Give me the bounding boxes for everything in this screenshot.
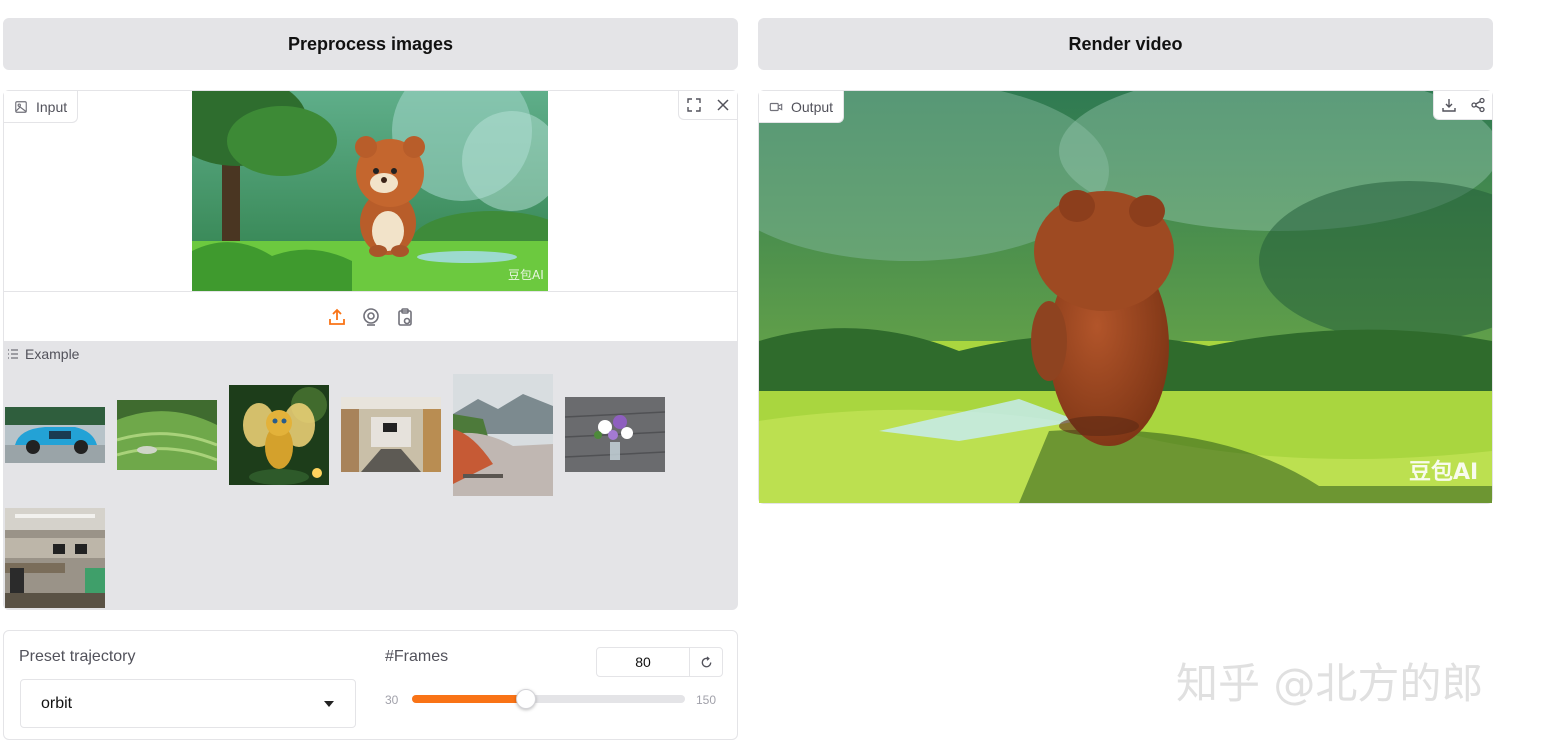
output-video-panel: 豆包AI Output xyxy=(758,90,1493,504)
svg-text:豆包AI: 豆包AI xyxy=(1409,459,1478,485)
clipboard-icon xyxy=(397,308,412,326)
watermark-text: 知乎 @北方的郎 xyxy=(1176,659,1484,708)
input-label-tag: Input xyxy=(4,91,79,123)
clipboard-source-button[interactable] xyxy=(395,306,415,328)
download-button[interactable] xyxy=(1434,91,1463,119)
image-icon xyxy=(15,100,27,113)
video-icon xyxy=(769,102,783,111)
input-image-panel[interactable]: Input 豆包AI xyxy=(3,90,738,342)
output-label: Output xyxy=(791,98,834,115)
share-button[interactable] xyxy=(1463,91,1492,119)
output-label-tag: Output xyxy=(759,91,845,123)
frames-slider-fill xyxy=(412,695,526,703)
trajectory-dropdown[interactable]: orbit xyxy=(20,679,356,728)
example-thumbnail-meeting-room[interactable] xyxy=(341,397,441,472)
slider-min-label: 30 xyxy=(385,693,399,707)
example-thumbnail-terraced-hills[interactable] xyxy=(117,400,217,470)
input-image: 豆包AI xyxy=(192,91,548,291)
examples-label: Example xyxy=(7,346,79,362)
dropdown-arrow-icon xyxy=(324,700,334,707)
reset-frames-button[interactable] xyxy=(690,648,722,676)
frames-label: #Frames xyxy=(385,648,449,665)
download-icon xyxy=(1441,99,1456,112)
list-icon xyxy=(8,349,18,359)
fullscreen-button[interactable] xyxy=(679,91,708,119)
webcam-icon xyxy=(362,308,379,326)
upload-icon xyxy=(328,308,345,325)
example-thumbnail-lake-mountains[interactable] xyxy=(453,374,553,496)
example-thumbnail-flower-vase[interactable] xyxy=(565,397,665,472)
frames-number-input[interactable]: 80 xyxy=(596,647,723,677)
output-video[interactable]: 豆包AI xyxy=(759,91,1492,503)
clear-image-button[interactable] xyxy=(708,91,737,119)
render-video-button[interactable]: Render video xyxy=(758,18,1493,70)
svg-text:豆包AI: 豆包AI xyxy=(508,268,544,282)
close-icon xyxy=(716,99,729,111)
webcam-source-button[interactable] xyxy=(361,306,381,328)
trajectory-label: Preset trajectory xyxy=(19,648,136,665)
upload-source-button[interactable] xyxy=(327,306,347,328)
input-label: Input xyxy=(36,98,68,115)
example-thumbnail-car[interactable] xyxy=(5,407,105,463)
frames-slider-handle[interactable] xyxy=(515,689,536,709)
slider-max-label: 150 xyxy=(696,693,717,707)
render-controls-panel: Preset trajectory orbit #Frames 80 30 15… xyxy=(3,630,738,740)
trajectory-value: orbit xyxy=(41,694,73,712)
frames-slider[interactable] xyxy=(412,689,685,709)
example-thumbnail-golden-dragon[interactable] xyxy=(229,385,329,485)
examples-gallery: Example xyxy=(3,342,738,610)
example-thumbnail-computer-lab[interactable] xyxy=(5,508,105,608)
share-icon xyxy=(1470,97,1485,113)
fullscreen-icon xyxy=(686,98,701,112)
image-source-toolbar xyxy=(4,291,737,342)
reset-icon xyxy=(701,655,711,667)
preprocess-images-button[interactable]: Preprocess images xyxy=(3,18,738,70)
frames-value[interactable]: 80 xyxy=(597,648,690,676)
